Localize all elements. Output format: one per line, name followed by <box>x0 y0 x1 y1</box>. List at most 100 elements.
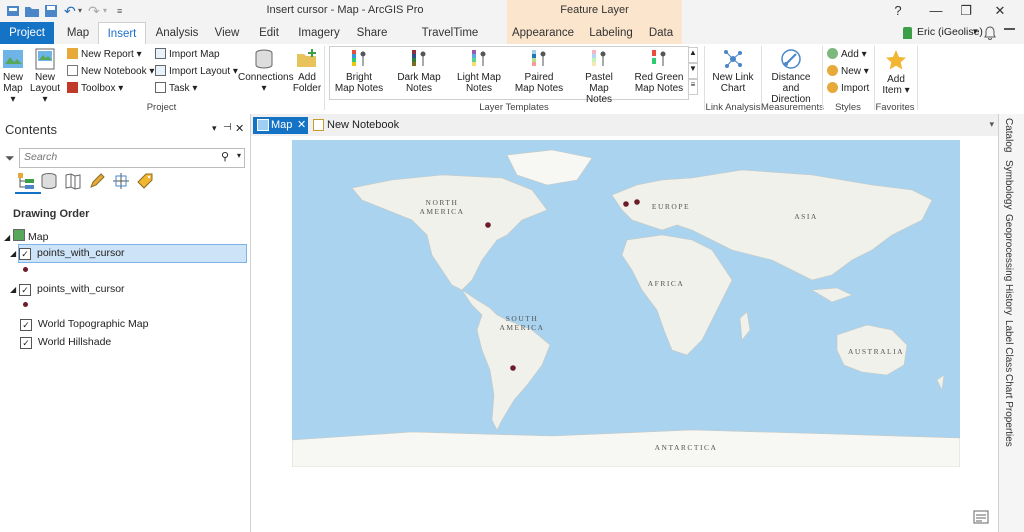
layer-visibility-checkbox[interactable]: ✓ <box>20 337 32 349</box>
collapse-icon[interactable]: ◢ <box>10 285 16 294</box>
filter-icon[interactable]: ⏷ <box>5 151 15 166</box>
search-dropdown-icon[interactable]: ▾ <box>237 151 241 160</box>
bright-map-notes-button[interactable]: Bright Map Notes <box>334 48 384 94</box>
tab-project[interactable]: Project <box>0 22 54 44</box>
collapse-ribbon-icon[interactable] <box>1004 28 1015 30</box>
import-map-button[interactable]: Import Map <box>155 47 220 63</box>
close-pane-icon[interactable]: ✕ <box>235 122 244 135</box>
tab-view[interactable]: View <box>208 22 246 44</box>
list-by-labeling-icon[interactable] <box>136 172 154 190</box>
user-menu-icon[interactable]: ▾ <box>973 26 978 37</box>
open-project-icon[interactable] <box>24 3 40 19</box>
tab-catalog[interactable]: Catalog <box>1003 118 1014 152</box>
tab-imagery[interactable]: Imagery <box>293 22 345 44</box>
tab-new-notebook[interactable]: New Notebook <box>313 117 403 134</box>
tab-data[interactable]: Data <box>644 22 678 44</box>
tab-analysis[interactable]: Analysis <box>152 22 202 44</box>
save-icon[interactable] <box>43 3 59 19</box>
layer-row[interactable]: ✓ World Topographic Map <box>20 318 148 331</box>
group-label-styles: Styles <box>835 102 861 113</box>
layer-visibility-checkbox[interactable]: ✓ <box>19 248 32 260</box>
gallery-scroll-up-icon[interactable]: ▲ <box>688 47 698 63</box>
light-map-notes-button[interactable]: Light Map Notes <box>454 48 504 94</box>
new-project-icon[interactable] <box>5 3 21 19</box>
styles-import-button[interactable]: Import <box>827 81 869 97</box>
map-tree-label: Map <box>28 231 49 243</box>
add-folder-label-1: Add <box>298 72 316 83</box>
pastel-map-notes-button[interactable]: Pastel Map Notes <box>574 48 624 105</box>
tab-edit[interactable]: Edit <box>252 22 286 44</box>
map-point[interactable] <box>485 222 491 228</box>
collapse-icon[interactable]: ◢ <box>4 233 10 242</box>
map-view[interactable]: NORTH AMERICA SOUTH AMERICA EUROPE ASIA … <box>251 136 998 532</box>
layer-row[interactable]: ✓ World Hillshade <box>20 336 111 349</box>
list-by-editing-icon[interactable] <box>88 172 106 190</box>
tab-insert[interactable]: Insert <box>98 22 146 46</box>
gallery-expand-icon[interactable]: ≡ <box>688 79 698 95</box>
search-input[interactable]: ⚲ ▾ <box>19 148 245 168</box>
add-item-button[interactable]: Add Item ▾ <box>878 48 914 96</box>
connections-button[interactable]: Connections ▾ <box>238 48 294 94</box>
notification-bell-icon[interactable] <box>984 26 996 40</box>
toolbox-button[interactable]: Toolbox ▾ <box>67 81 123 97</box>
tab-appearance[interactable]: Appearance <box>510 22 576 44</box>
dark-map-notes-button[interactable]: Dark Map Notes <box>394 48 444 94</box>
label-america: AMERICA <box>419 207 465 216</box>
list-by-snapping-icon[interactable] <box>112 172 130 190</box>
new-link-chart-button[interactable]: New Link Chart <box>709 48 757 94</box>
tab-map[interactable]: Map <box>58 22 98 44</box>
distance-and-direction-button[interactable]: Distance and Direction <box>763 48 819 105</box>
layer-visibility-checkbox[interactable]: ✓ <box>20 319 32 331</box>
list-by-data-source-icon[interactable] <box>40 172 58 190</box>
layer-visibility-checkbox[interactable]: ✓ <box>19 284 32 296</box>
map-tree-item[interactable]: ◢ Map <box>4 229 48 243</box>
tab-traveltime-platform[interactable]: TravelTime platform <box>400 22 500 61</box>
close-tab-icon[interactable]: ✕ <box>297 118 306 131</box>
layer-row[interactable]: ◢ ✓ points_with_cursor <box>10 247 125 260</box>
tab-map-view[interactable]: Map ✕ <box>253 117 308 134</box>
new-report-button[interactable]: New Report ▾ <box>67 47 142 63</box>
tab-geoprocessing[interactable]: Geoprocessing <box>1003 214 1014 281</box>
tab-symbology[interactable]: Symbology <box>1003 160 1014 209</box>
map-point[interactable] <box>623 201 629 207</box>
snapping-toggle-icon[interactable] <box>973 510 989 524</box>
collapse-icon[interactable]: ◢ <box>10 249 16 258</box>
task-label: Task ▾ <box>169 83 198 94</box>
help-button[interactable]: ? <box>887 2 909 20</box>
new-layout-button[interactable]: New Layout ▾ <box>30 48 60 105</box>
tab-chart-properties[interactable]: Chart Properties <box>1003 374 1014 447</box>
pane-options-icon[interactable]: ▾ <box>212 123 217 134</box>
customize-toolbar-icon[interactable]: ≡ <box>117 3 133 19</box>
distance-direction-label-1: Distance and <box>771 72 811 94</box>
view-tabs: Map ✕ New Notebook ▾ <box>251 114 998 138</box>
group-label-favorites: Favorites <box>875 102 915 113</box>
paired-map-notes-button[interactable]: Paired Map Notes <box>514 48 564 94</box>
gallery-scroll-down-icon[interactable]: ▼ <box>688 63 698 79</box>
map-point[interactable] <box>510 365 516 371</box>
styles-add-button[interactable]: Add ▾ <box>827 47 867 63</box>
restore-button[interactable]: ❐ <box>955 2 977 20</box>
list-by-selection-icon[interactable] <box>64 172 82 190</box>
new-map-button[interactable]: New Map ▾ <box>1 48 25 105</box>
world-map-canvas[interactable] <box>292 140 960 467</box>
red-green-map-notes-button[interactable]: Red Green Map Notes <box>634 48 684 94</box>
task-button[interactable]: Task ▾ <box>155 81 197 97</box>
new-notebook-button[interactable]: New Notebook ▾ <box>67 64 154 80</box>
add-folder-button[interactable]: Add Folder <box>292 48 322 94</box>
tab-label-class[interactable]: Label Class <box>1003 320 1014 372</box>
tab-list-dropdown-icon[interactable]: ▾ <box>989 119 994 130</box>
tab-history[interactable]: History <box>1003 284 1014 315</box>
import-layout-button[interactable]: Import Layout ▾ <box>155 64 238 80</box>
search-input-field[interactable] <box>20 149 208 165</box>
close-button[interactable]: ✕ <box>989 2 1011 20</box>
tab-share[interactable]: Share <box>352 22 392 44</box>
layer-row[interactable]: ◢ ✓ points_with_cursor <box>10 283 125 296</box>
map-point[interactable] <box>634 199 640 205</box>
search-icon[interactable]: ⚲ <box>221 150 229 163</box>
minimize-button[interactable]: — <box>925 2 947 20</box>
tab-labeling[interactable]: Labeling <box>586 22 636 44</box>
list-by-drawing-order-icon[interactable] <box>17 172 35 190</box>
pin-icon[interactable]: ⊣ <box>223 122 232 133</box>
redo-icon[interactable]: ↷ <box>88 3 104 19</box>
styles-new-button[interactable]: New ▾ <box>827 64 869 80</box>
